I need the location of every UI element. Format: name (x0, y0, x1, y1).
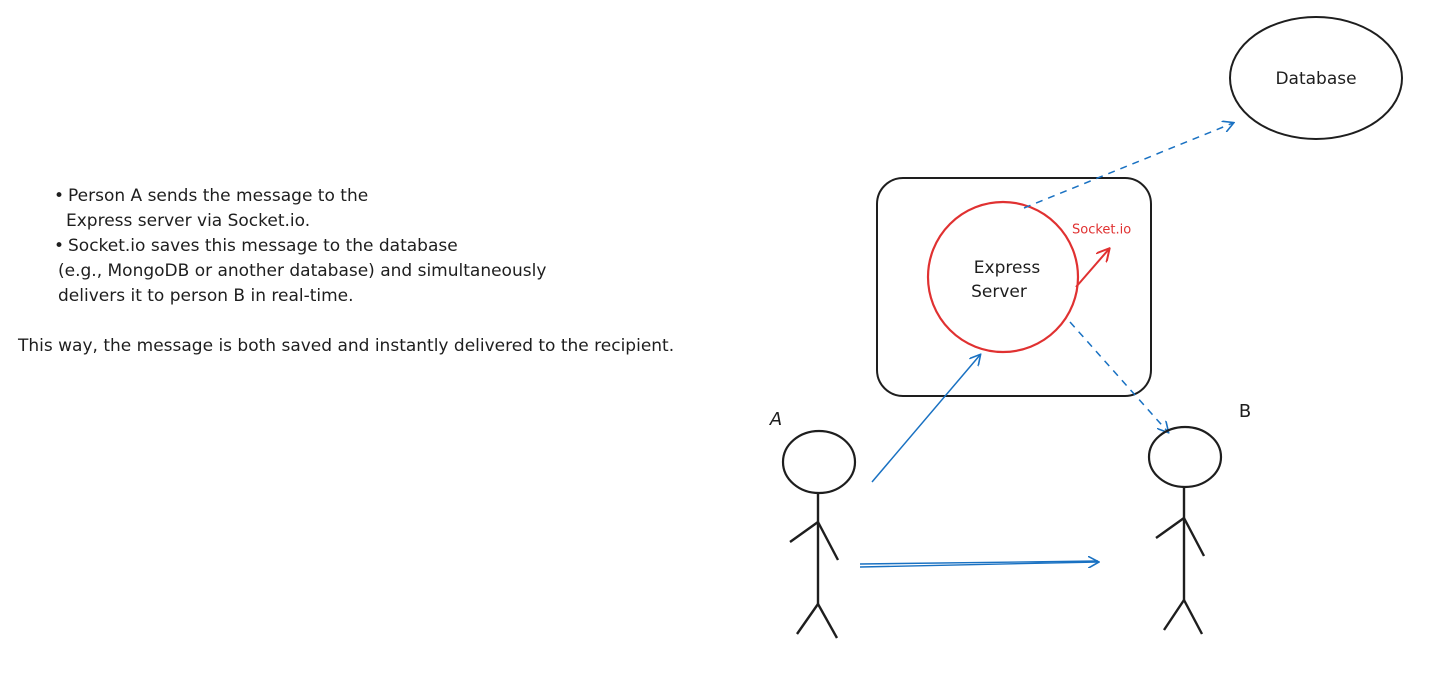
person-b-arm-left (1155, 517, 1185, 539)
person-b-leg-left (1163, 599, 1185, 631)
architecture-diagram: Database Express Server Socket.io A B (769, 16, 1403, 639)
person-b-figure: B (1147, 401, 1251, 635)
person-a-figure: A (769, 409, 857, 639)
express-server-node: Express Server (926, 200, 1080, 354)
person-a-leg-left (796, 603, 819, 635)
express-server-label-line-2: Server (971, 282, 1027, 302)
express-server-label-line-1: Express (974, 258, 1041, 278)
person-a-arm-right (816, 521, 840, 561)
person-b-arm-right (1182, 517, 1206, 557)
socket-io-label: Socket.io (1072, 223, 1131, 238)
person-b-leg-right (1182, 599, 1204, 635)
database-node: Database (1229, 16, 1403, 140)
person-a-leg-right (816, 603, 839, 639)
person-b-label: B (1239, 401, 1251, 422)
person-a-arm-left (789, 521, 819, 543)
server-to-person-b-arrow (1069, 321, 1168, 432)
socket-io-arrow (1075, 249, 1109, 288)
socket-io-link: Socket.io (1072, 223, 1131, 288)
person-a-head (781, 429, 857, 495)
server-to-database-arrow (1023, 123, 1233, 209)
database-label: Database (1275, 69, 1356, 89)
person-b-head (1147, 425, 1223, 489)
person-a-label: A (769, 409, 782, 430)
person-a-to-person-b-arrow (859, 561, 1098, 567)
person-a-to-server-arrow (871, 355, 980, 483)
